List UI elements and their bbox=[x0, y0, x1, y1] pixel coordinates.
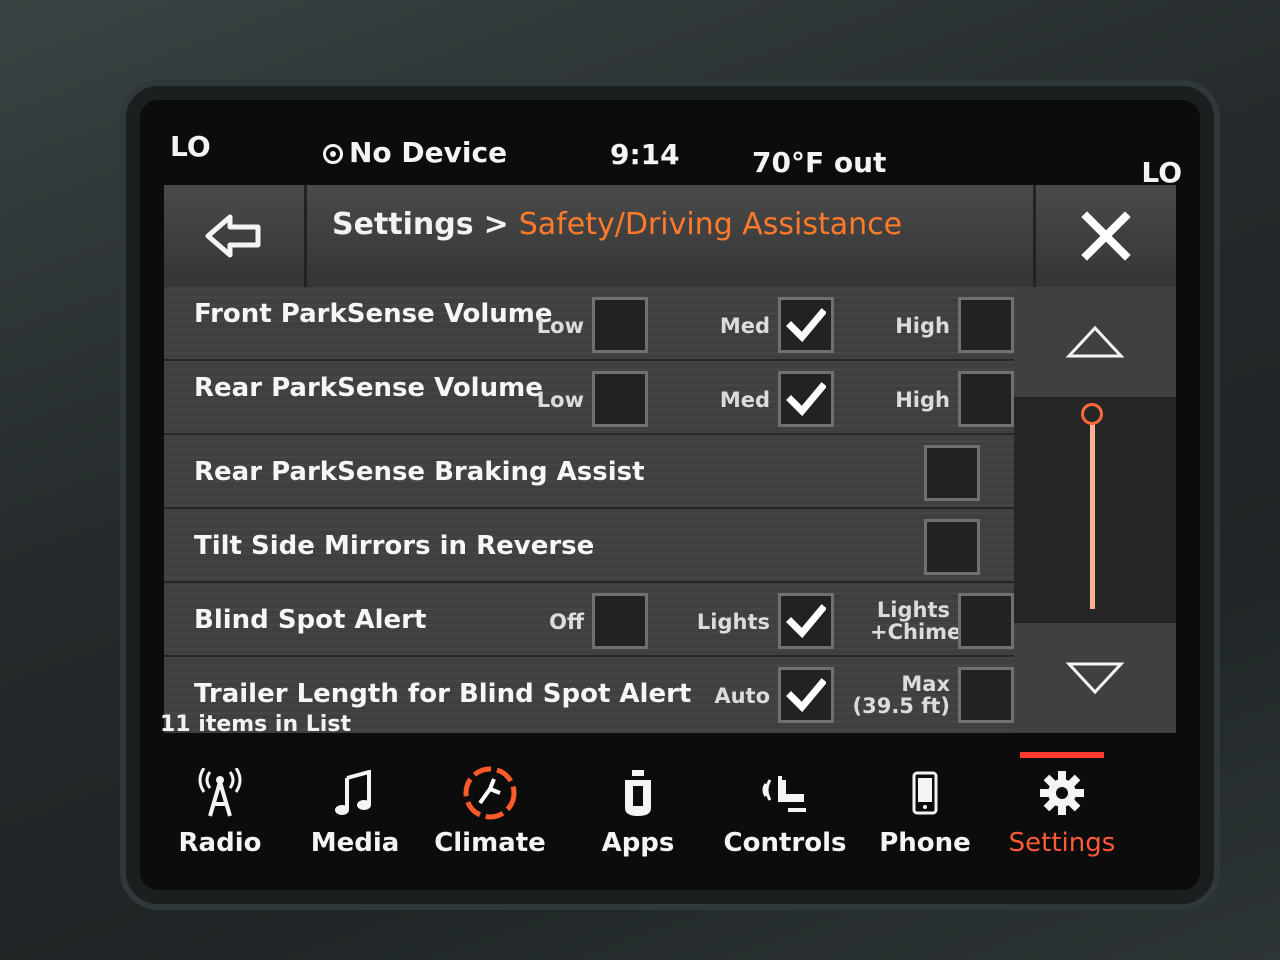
device-label: No Device bbox=[349, 136, 508, 169]
nav-phone[interactable]: Phone bbox=[855, 750, 995, 880]
option-toggle[interactable] bbox=[924, 519, 980, 575]
option-label: Lights +Chime bbox=[870, 598, 962, 644]
phone-icon bbox=[912, 771, 938, 815]
radio-tower-icon bbox=[198, 768, 242, 817]
option-low[interactable]: Low bbox=[494, 297, 648, 353]
checkbox[interactable] bbox=[958, 593, 1014, 649]
list-count: 11 items in List bbox=[160, 712, 351, 737]
option-high[interactable]: High bbox=[854, 297, 1014, 353]
option-toggle[interactable] bbox=[924, 445, 980, 501]
nav-apps[interactable]: Apps bbox=[568, 750, 708, 880]
apps-icon bbox=[625, 770, 651, 816]
climate-icon bbox=[463, 766, 517, 820]
option-label: Max (39.5 ft) bbox=[852, 672, 951, 718]
row-label: Rear ParkSense Braking Assist bbox=[194, 457, 645, 487]
option-high[interactable]: High bbox=[854, 371, 1014, 427]
checkbox[interactable] bbox=[778, 593, 834, 649]
breadcrumb-separator: > bbox=[483, 207, 509, 242]
option-label: Lights bbox=[696, 610, 770, 634]
row-label: Tilt Side Mirrors in Reverse bbox=[194, 531, 595, 561]
option-label: Low bbox=[536, 388, 584, 412]
checkmark-icon bbox=[786, 308, 826, 343]
scrollbar[interactable] bbox=[1014, 287, 1176, 733]
checkbox[interactable] bbox=[778, 667, 834, 723]
option-label: Off bbox=[549, 610, 584, 634]
list-item[interactable]: Rear ParkSense Braking Assist bbox=[164, 435, 1014, 509]
checkbox[interactable] bbox=[592, 593, 648, 649]
checkbox[interactable] bbox=[958, 297, 1014, 353]
option-label: Med bbox=[719, 388, 770, 412]
option-lights-chime[interactable]: Lights +Chime bbox=[854, 593, 1014, 649]
option-label: Auto bbox=[714, 684, 770, 708]
infotainment-screen: LO No Device 9:14 70°F out LO Settings > S… bbox=[140, 100, 1200, 890]
device-status: No Device bbox=[323, 136, 507, 169]
list-item: Blind Spot Alert Off Lights Lights +Chim… bbox=[164, 583, 1014, 657]
scroll-down-button[interactable] bbox=[1014, 621, 1176, 733]
checkbox[interactable] bbox=[958, 667, 1014, 723]
checkbox[interactable] bbox=[778, 297, 834, 353]
list-item: Rear ParkSense Volume Low Med High bbox=[164, 361, 1014, 435]
option-label: Low bbox=[536, 314, 584, 338]
option-label: High bbox=[895, 314, 950, 338]
music-note-icon bbox=[335, 770, 371, 815]
breadcrumb-current: Safety/Driving Assistance bbox=[518, 207, 903, 242]
nav-radio[interactable]: Radio bbox=[150, 750, 290, 880]
settings-list: Front ParkSense Volume Low Med High Rear… bbox=[164, 287, 1014, 733]
nav-label: Climate bbox=[434, 828, 546, 858]
scroll-bar bbox=[1090, 417, 1095, 609]
active-indicator bbox=[1020, 752, 1104, 758]
device-icon bbox=[323, 144, 343, 164]
close-icon bbox=[1081, 211, 1131, 261]
list-item: Front ParkSense Volume Low Med High bbox=[164, 287, 1014, 361]
option-max[interactable]: Max (39.5 ft) bbox=[853, 667, 1014, 723]
option-med[interactable]: Med bbox=[704, 371, 834, 427]
clock: 9:14 bbox=[610, 138, 680, 171]
nav-label: Phone bbox=[879, 828, 971, 858]
outside-temp: 70°F out bbox=[752, 146, 887, 179]
checkbox[interactable] bbox=[924, 445, 980, 501]
checkbox[interactable] bbox=[924, 519, 980, 575]
gear-icon bbox=[1040, 771, 1084, 815]
page-header: Settings > Safety/Driving Assistance bbox=[164, 185, 1176, 287]
back-arrow-icon bbox=[205, 214, 261, 258]
breadcrumb: Settings > Safety/Driving Assistance bbox=[332, 207, 902, 242]
controls-icon bbox=[762, 776, 806, 812]
option-off[interactable]: Off bbox=[494, 593, 648, 649]
back-button[interactable] bbox=[164, 185, 307, 287]
nav-label: Settings bbox=[1008, 828, 1116, 858]
checkmark-icon bbox=[786, 678, 826, 713]
chevron-up-icon bbox=[1065, 325, 1125, 358]
scroll-track[interactable] bbox=[1014, 399, 1176, 621]
nav-controls[interactable]: Controls bbox=[715, 750, 855, 880]
checkbox[interactable] bbox=[958, 371, 1014, 427]
nav-label: Controls bbox=[723, 828, 847, 858]
option-med[interactable]: Med bbox=[704, 297, 834, 353]
checkmark-icon bbox=[786, 382, 826, 417]
nav-label: Radio bbox=[178, 828, 262, 858]
list-item[interactable]: Tilt Side Mirrors in Reverse bbox=[164, 509, 1014, 583]
option-low[interactable]: Low bbox=[494, 371, 648, 427]
close-button[interactable] bbox=[1033, 185, 1176, 287]
checkmark-icon bbox=[786, 604, 826, 639]
status-bar: LO No Device 9:14 70°F out LO bbox=[140, 100, 1200, 189]
nav-media[interactable]: Media bbox=[285, 750, 425, 880]
nav-settings[interactable]: Settings bbox=[992, 750, 1132, 880]
row-label: Trailer Length for Blind Spot Alert bbox=[194, 679, 692, 709]
nav-label: Apps bbox=[601, 828, 675, 858]
nav-label: Media bbox=[310, 828, 400, 858]
option-auto[interactable]: Auto bbox=[704, 667, 834, 723]
option-label: High bbox=[895, 388, 950, 412]
option-lights[interactable]: Lights bbox=[697, 593, 834, 649]
checkbox[interactable] bbox=[592, 371, 648, 427]
checkbox[interactable] bbox=[592, 297, 648, 353]
left-zone-temp: LO bbox=[170, 130, 211, 163]
scroll-thumb[interactable] bbox=[1081, 403, 1103, 425]
checkbox[interactable] bbox=[778, 371, 834, 427]
nav-climate[interactable]: Climate bbox=[420, 750, 560, 880]
breadcrumb-root[interactable]: Settings bbox=[332, 207, 474, 242]
bottom-nav: Radio Media Climate Apps Controls Phone … bbox=[140, 750, 1200, 890]
scroll-up-button[interactable] bbox=[1014, 287, 1176, 399]
option-label: Med bbox=[719, 314, 770, 338]
chevron-down-icon bbox=[1065, 662, 1125, 695]
